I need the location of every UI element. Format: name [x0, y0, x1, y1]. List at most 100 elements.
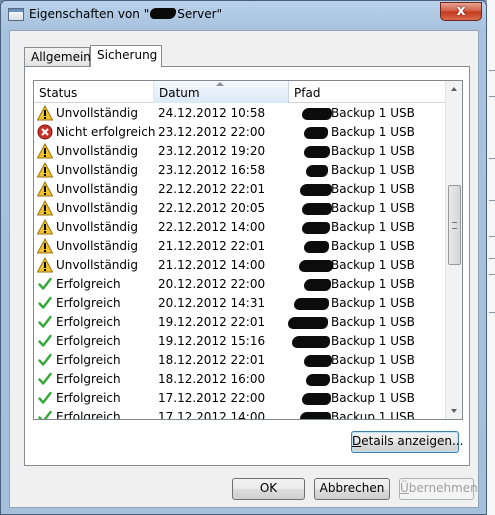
row-path: Backup 1 USB — [331, 125, 415, 139]
row-date: 23.12.2012 22:00 — [158, 125, 266, 139]
tab-sicherung[interactable]: Sicherung — [90, 45, 162, 67]
warning-icon — [36, 161, 54, 178]
table-row[interactable]: Erfolgreich 17.12.2012 14:00 Backup 1 USB — [34, 408, 446, 420]
row-status: Erfolgreich — [56, 353, 121, 367]
warning-icon — [36, 180, 54, 197]
column-header-pfad[interactable]: Pfad — [289, 81, 446, 103]
scroll-up-arrow-icon[interactable] — [446, 81, 462, 98]
warning-icon — [36, 104, 54, 121]
row-date: 18.12.2012 22:01 — [158, 353, 266, 367]
table-row[interactable]: Erfolgreich 18.12.2012 16:00 Backup 1 USB — [34, 370, 446, 389]
title-bar[interactable]: Eigenschaften von " Server" x — [1, 1, 486, 29]
row-path: Backup 1 USB — [331, 144, 415, 158]
table-row[interactable]: Unvollständig 21.12.2012 14:00 Backup 1 US… — [34, 256, 446, 275]
row-path: Backup 1 USB — [331, 201, 415, 215]
ok-button[interactable]: OK — [232, 478, 305, 500]
warning-icon — [36, 218, 54, 235]
success-checkmark-icon — [37, 390, 53, 406]
row-date: 19.12.2012 15:16 — [158, 334, 266, 348]
row-status: Nicht erfolgreich — [56, 125, 156, 139]
table-row[interactable]: Erfolgreich 20.12.2012 22:00 Backup 1 USB — [34, 275, 446, 294]
table-row[interactable]: Nicht erfolgreich 23.12.2012 22:00 Backup … — [34, 123, 446, 142]
success-checkmark-icon — [37, 409, 53, 419]
row-date: 20.12.2012 22:00 — [158, 277, 266, 291]
backup-tab-panel: Status Datum Pfad Unvollständig 24.12.201… — [24, 66, 470, 466]
redacted-path-prefix — [302, 393, 331, 405]
redacted-path-prefix — [306, 374, 330, 386]
table-row[interactable]: Unvollständig 22.12.2012 14:00 Backup 1 US… — [34, 218, 446, 237]
row-status: Erfolgreich — [56, 334, 121, 348]
row-path: Backup 1 USB — [331, 220, 415, 234]
row-status: Erfolgreich — [56, 315, 121, 329]
row-path: Backup 1 USB — [331, 410, 415, 420]
row-path: Backup 1 USB — [331, 296, 415, 310]
row-date: 20.12.2012 14:31 — [158, 296, 266, 310]
warning-icon — [36, 199, 54, 216]
row-date: 19.12.2012 22:01 — [158, 315, 266, 329]
row-status: Erfolgreich — [56, 296, 121, 310]
window-icon — [8, 8, 24, 21]
cancel-button[interactable]: Abbrechen — [314, 478, 390, 500]
properties-dialog: Eigenschaften von " Server" x Allgemein S… — [0, 0, 487, 515]
table-row[interactable]: Unvollständig 22.12.2012 20:05 Backup 1 US… — [34, 199, 446, 218]
table-row[interactable]: Erfolgreich 17.12.2012 22:00 Backup 1 USB — [34, 389, 446, 408]
redacted-name — [150, 8, 177, 19]
table-row[interactable]: Unvollständig 22.12.2012 22:01 Backup 1 US… — [34, 180, 446, 199]
redacted-path-prefix — [302, 203, 332, 215]
close-icon: x — [456, 3, 466, 19]
column-header-status[interactable]: Status — [34, 81, 154, 103]
redacted-path-prefix — [304, 279, 331, 291]
details-button[interactable]: Details anzeigen... — [351, 431, 463, 453]
row-status: Erfolgreich — [56, 277, 121, 291]
redacted-path-prefix — [294, 298, 329, 310]
window-title: Eigenschaften von " Server" — [29, 7, 222, 21]
table-row[interactable]: Erfolgreich 19.12.2012 15:16 Backup 1 USB — [34, 332, 446, 351]
row-status: Erfolgreich — [56, 410, 121, 420]
table-row[interactable]: Erfolgreich 19.12.2012 22:01 Backup 1 USB — [34, 313, 446, 332]
row-path: Backup 1 USB — [331, 391, 415, 405]
row-date: 17.12.2012 14:00 — [158, 410, 266, 420]
sort-ascending-icon — [216, 82, 224, 86]
scroll-thumb[interactable] — [448, 185, 461, 265]
redacted-path-prefix — [302, 108, 332, 120]
table-row[interactable]: Erfolgreich 20.12.2012 14:31 Backup 1 USB — [34, 294, 446, 313]
redacted-path-prefix — [292, 336, 330, 348]
row-path: Backup 1 USB — [331, 277, 415, 291]
table-row[interactable]: Unvollständig 23.12.2012 19:20 Backup 1 US… — [34, 142, 446, 161]
success-checkmark-icon — [37, 352, 53, 368]
table-row[interactable]: Unvollständig 24.12.2012 10:58 Backup 1 US… — [34, 104, 446, 123]
row-date: 23.12.2012 16:58 — [158, 163, 266, 177]
warning-icon — [36, 256, 54, 273]
table-row[interactable]: Unvollständig 23.12.2012 16:58 Backup 1 US… — [34, 161, 446, 180]
row-date: 21.12.2012 22:01 — [158, 239, 266, 253]
table-row[interactable]: Erfolgreich 18.12.2012 22:01 Backup 1 USB — [34, 351, 446, 370]
warning-icon — [36, 237, 54, 254]
close-button[interactable]: x — [440, 2, 482, 21]
details-mnemonic: D — [352, 434, 362, 448]
success-checkmark-icon — [37, 276, 53, 292]
table-row[interactable]: Unvollständig 21.12.2012 22:01 Backup 1 US… — [34, 237, 446, 256]
apply-button[interactable]: Übernehmen — [399, 478, 478, 500]
row-status: Unvollständig — [56, 239, 138, 253]
redacted-path-prefix — [288, 317, 328, 329]
row-path: Backup 1 USB — [331, 372, 415, 386]
title-prefix: Eigenschaften von " — [29, 7, 150, 21]
tab-allgemein[interactable]: Allgemein — [24, 47, 91, 66]
success-checkmark-icon — [37, 333, 53, 349]
row-status: Unvollständig — [56, 201, 138, 215]
backup-history-list[interactable]: Status Datum Pfad Unvollständig 24.12.201… — [33, 80, 463, 420]
row-date: 22.12.2012 14:00 — [158, 220, 266, 234]
redacted-path-prefix — [299, 260, 333, 272]
apply-label: bernehmen — [408, 481, 478, 495]
column-header-datum[interactable]: Datum — [154, 81, 289, 103]
row-date: 18.12.2012 16:00 — [158, 372, 266, 386]
row-date: 23.12.2012 19:20 — [158, 144, 266, 158]
vertical-scrollbar[interactable] — [445, 81, 462, 419]
row-path: Backup 1 USB — [331, 239, 415, 253]
list-rows: Unvollständig 24.12.2012 10:58 Backup 1 US… — [34, 104, 446, 420]
scroll-down-arrow-icon[interactable] — [446, 402, 462, 419]
redacted-path-prefix — [304, 127, 328, 139]
details-label: etails anzeigen... — [361, 434, 464, 448]
row-date: 21.12.2012 14:00 — [158, 258, 266, 272]
row-status: Unvollständig — [56, 163, 138, 177]
